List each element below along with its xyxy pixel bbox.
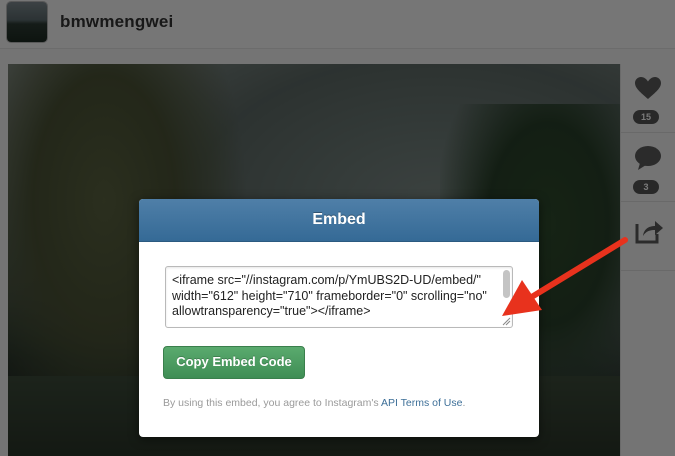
embed-code-textarea[interactable]: <iframe src="//instagram.com/p/YmUBS2D-U… (165, 266, 513, 328)
modal-header: Embed (139, 199, 539, 242)
embed-modal: Embed <iframe src="//instagram.com/p/YmU… (139, 199, 539, 437)
copy-embed-code-button[interactable]: Copy Embed Code (163, 346, 305, 379)
terms-notice: By using this embed, you agree to Instag… (163, 397, 465, 409)
terms-prefix: By using this embed, you agree to Instag… (163, 397, 381, 409)
terms-suffix: . (462, 397, 466, 409)
annotation-arrow-icon (502, 237, 628, 316)
embed-code-text: <iframe src="//instagram.com/p/YmUBS2D-U… (172, 273, 491, 318)
modal-title: Embed (312, 211, 366, 228)
api-terms-link[interactable]: API Terms of Use (381, 397, 463, 409)
